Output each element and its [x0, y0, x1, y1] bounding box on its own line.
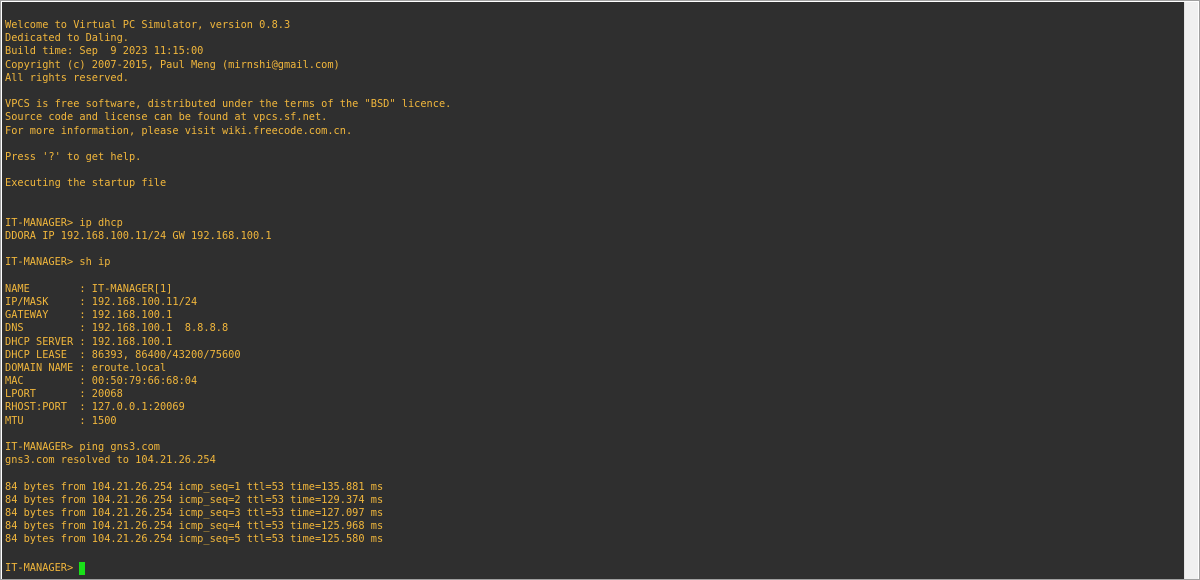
prompt-text: IT-MANAGER>: [5, 562, 74, 574]
terminal-line: DHCP LEASE : 86393, 86400/43200/75600: [5, 348, 241, 361]
scrollbar-thumb[interactable]: [1187, 6, 1196, 575]
terminal-line: Welcome to Virtual PC Simulator, version…: [5, 19, 291, 31]
terminal-output-area[interactable]: Welcome to Virtual PC Simulator, version…: [2, 2, 1185, 579]
terminal-line: Executing the startup file: [5, 177, 167, 190]
terminal-line: DNS : 192.168.100.1 8.8.8.8: [5, 322, 229, 335]
terminal-line: For more information, please visit wiki.…: [5, 124, 353, 137]
terminal-line: IP/MASK : 192.168.100.11/24: [5, 295, 198, 308]
terminal-line: LPORT : 20068: [5, 388, 123, 401]
vertical-scrollbar[interactable]: [1184, 2, 1198, 579]
terminal-line: DHCP SERVER : 192.168.100.1: [5, 335, 173, 348]
terminal-lines: Welcome to Virtual PC Simulator, version…: [5, 19, 451, 547]
terminal-line: Copyright (c) 2007-2015, Paul Meng (mirn…: [5, 58, 340, 71]
terminal-line: NAME : IT-MANAGER[1]: [5, 282, 173, 295]
text-cursor: [79, 561, 86, 575]
terminal-line: RHOST:PORT : 127.0.0.1:20069: [5, 401, 185, 414]
terminal-line: IT-MANAGER> ping gns3.com: [5, 441, 160, 453]
terminal-line: IT-MANAGER> ip dhcp: [5, 216, 123, 229]
terminal-line: 84 bytes from 104.21.26.254 icmp_seq=3 t…: [5, 506, 384, 519]
terminal-line: gns3.com resolved to 104.21.26.254: [5, 454, 216, 467]
terminal-line: DDORA IP 192.168.100.11/24 GW 192.168.10…: [5, 230, 272, 242]
terminal-prompt-line[interactable]: IT-MANAGER>: [5, 561, 86, 575]
terminal-line: Dedicated to Daling.: [5, 32, 129, 45]
terminal-line: All rights reserved.: [5, 71, 129, 84]
terminal-line: MTU : 1500: [5, 414, 117, 427]
terminal-line: 84 bytes from 104.21.26.254 icmp_seq=2 t…: [5, 493, 384, 506]
terminal-line: Source code and license can be found at …: [5, 111, 328, 124]
terminal-line: 84 bytes from 104.21.26.254 icmp_seq=4 t…: [5, 520, 384, 533]
terminal-line: DOMAIN NAME : eroute.local: [5, 361, 167, 374]
terminal-line: MAC : 00:50:79:66:68:04: [5, 375, 198, 388]
terminal-line: 84 bytes from 104.21.26.254 icmp_seq=1 t…: [5, 480, 384, 493]
terminal-line: 84 bytes from 104.21.26.254 icmp_seq=5 t…: [5, 533, 384, 546]
terminal-line: Build time: Sep 9 2023 11:15:00: [5, 45, 204, 58]
terminal-window: Welcome to Virtual PC Simulator, version…: [0, 0, 1200, 580]
terminal-line: IT-MANAGER> sh ip: [5, 256, 111, 269]
terminal-line: Press '?' to get help.: [5, 150, 142, 163]
terminal-line: GATEWAY : 192.168.100.1: [5, 309, 173, 322]
terminal-line: VPCS is free software, distributed under…: [5, 98, 452, 111]
